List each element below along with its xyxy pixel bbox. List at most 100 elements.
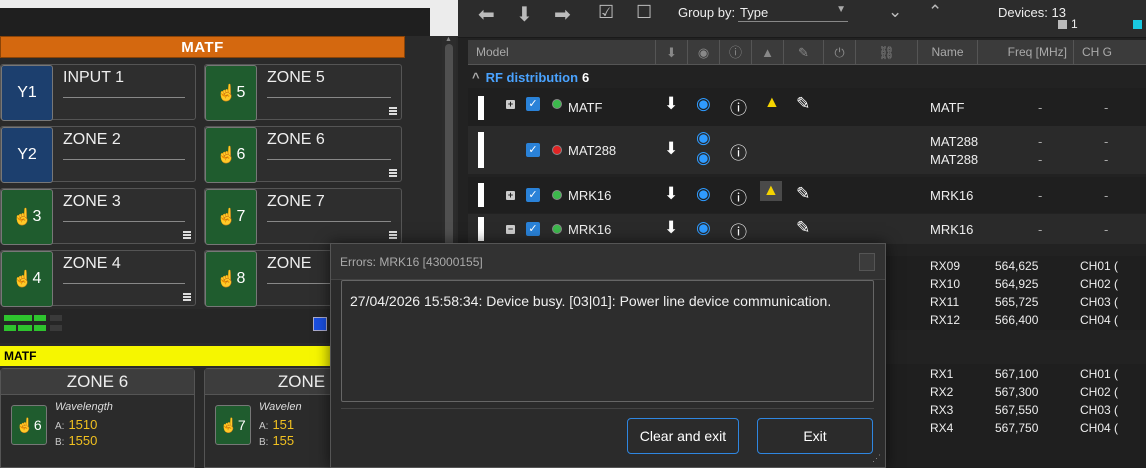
channel-name: RX10: [930, 277, 961, 291]
menu-icon[interactable]: [389, 107, 397, 115]
device-name: MRK16: [930, 188, 974, 203]
col-eye-icon[interactable]: ◉: [688, 40, 720, 65]
zone-tile-5[interactable]: ☝ 5 ZONE 5: [204, 64, 402, 121]
status-led: [552, 190, 562, 200]
hand-icon: ☝ 3: [1, 189, 53, 245]
download-icon[interactable]: ⬇: [664, 94, 678, 114]
col-power-icon[interactable]: ⏻: [824, 40, 856, 65]
error-dialog: Errors: MRK16 [43000155] 27/04/2026 15:5…: [330, 243, 886, 468]
collapse-all-icon[interactable]: ⌃: [928, 2, 942, 22]
hand-icon: ☝ 5: [205, 65, 257, 121]
info-icon[interactable]: ⓘ: [730, 218, 747, 243]
info-icon[interactable]: ⓘ: [730, 94, 747, 119]
expand-icon[interactable]: +: [506, 100, 515, 109]
row-checkbox[interactable]: ✓: [526, 143, 540, 157]
col-pencil-icon[interactable]: ✎: [784, 40, 824, 65]
pencil-icon[interactable]: ✎: [796, 184, 810, 204]
info-icon[interactable]: ⓘ: [730, 139, 747, 164]
zone-card-6[interactable]: ZONE 6 ☝ 6 Wavelength A: 1510 B: 1550: [0, 368, 195, 468]
menu-icon[interactable]: [183, 293, 191, 301]
col-freq[interactable]: Freq [MHz]: [978, 40, 1074, 65]
col-download-icon[interactable]: ⬇: [656, 40, 688, 65]
status-square-cyan: [1133, 20, 1142, 29]
eye-icon[interactable]: ◉: [696, 218, 711, 238]
pencil-icon[interactable]: ✎: [796, 218, 810, 238]
model-label: MATF: [568, 100, 603, 115]
col-link-icon[interactable]: ⛓: [856, 40, 918, 65]
col-warning-icon[interactable]: ▲: [752, 40, 784, 65]
close-icon[interactable]: [859, 253, 875, 271]
clear-and-exit-button[interactable]: Clear and exit: [627, 418, 739, 454]
eye-icon[interactable]: ◉: [696, 128, 711, 148]
menu-icon[interactable]: [389, 231, 397, 239]
resize-grip-icon[interactable]: ⋰: [872, 453, 881, 464]
zone-tile-3[interactable]: ☝ 3 ZONE 3: [0, 188, 196, 245]
checkbox-icon[interactable]: ☑: [598, 2, 614, 23]
group-by-select[interactable]: Type ▼: [738, 2, 848, 22]
app-root: MATF ▲ Y1 INPUT 1 ☝ 5 ZONE 5 Y2 ZONE 2 ☝ 6…: [0, 0, 1146, 468]
zone-label: INPUT 1: [63, 69, 125, 86]
eye-icon[interactable]: ◉: [696, 184, 711, 204]
arrow-left-icon[interactable]: ⬅: [478, 2, 495, 27]
status-indicator: [313, 317, 327, 331]
model-label: MRK16: [568, 188, 612, 203]
zone-label: ZONE 3: [63, 193, 121, 210]
channel-name: RX12: [930, 313, 961, 327]
row-checkbox[interactable]: ✓: [526, 97, 540, 111]
square-icon[interactable]: ☐: [636, 2, 652, 23]
status-count: 1: [1071, 17, 1078, 31]
arrow-right-icon[interactable]: ➡: [554, 2, 571, 27]
zone-tile-4[interactable]: ☝ 4 ZONE 4: [0, 250, 196, 307]
collapse-icon[interactable]: ^: [472, 70, 480, 85]
warning-icon[interactable]: ▲: [760, 181, 782, 201]
channel-freq: 564,625: [995, 259, 1039, 273]
device-name: MRK16: [930, 222, 974, 237]
col-ch[interactable]: CH G: [1074, 40, 1146, 65]
col-info-icon[interactable]: ⓘ: [720, 40, 752, 65]
table-row[interactable]: + ✓ MRK16 ⬇ ◉ ⓘ ▲ ✎ MRK16 - -: [468, 177, 1146, 213]
exit-button[interactable]: Exit: [757, 418, 873, 454]
table-row[interactable]: ✓ MAT288 ⬇ ◉ ◉ ⓘ MAT288 MAT288 - - - -: [468, 126, 1146, 174]
eye-icon[interactable]: ◉: [696, 94, 711, 114]
zone-label: ZONE 5: [267, 69, 325, 86]
menu-icon[interactable]: [183, 231, 191, 239]
col-name[interactable]: Name: [918, 40, 978, 65]
expand-icon[interactable]: +: [506, 191, 515, 200]
wavelength-b: B: 1550: [55, 433, 98, 448]
menu-icon[interactable]: [389, 169, 397, 177]
zone-tile-6[interactable]: ☝ 6 ZONE 6: [204, 126, 402, 183]
download-icon[interactable]: ⬇: [664, 139, 678, 159]
level-meter: [0, 309, 350, 343]
hand-icon: ☝ 8: [205, 251, 257, 307]
arrow-down-icon[interactable]: ⬇: [516, 2, 533, 27]
download-icon[interactable]: ⬇: [664, 218, 678, 238]
group-header[interactable]: ^ RF distribution 6: [472, 70, 589, 85]
channel-freq: 565,725: [995, 295, 1039, 309]
collapse-row-icon[interactable]: −: [506, 225, 515, 234]
chevron-down-icon: ▼: [836, 4, 846, 15]
scroll-up-icon[interactable]: ▲: [445, 36, 453, 44]
device-name: MAT288: [930, 134, 979, 149]
zone-tile-input1[interactable]: Y1 INPUT 1: [0, 64, 196, 121]
warning-icon[interactable]: ▲: [764, 94, 780, 112]
table-row[interactable]: + ✓ MATF ⬇ ◉ ⓘ ▲ ✎ MATF - -: [468, 88, 1146, 126]
row-checkbox[interactable]: ✓: [526, 188, 540, 202]
matf-header: MATF: [0, 36, 405, 58]
col-model[interactable]: Model: [468, 40, 656, 65]
channel-name: RX1: [930, 367, 954, 381]
table-row[interactable]: − ✓ MRK16 ⬇ ◉ ⓘ ✎ MRK16 - -: [468, 214, 1146, 244]
row-checkbox[interactable]: ✓: [526, 222, 540, 236]
dialog-titlebar[interactable]: Errors: MRK16 [43000155]: [331, 244, 885, 280]
model-label: MRK16: [568, 222, 612, 237]
pencil-icon[interactable]: ✎: [796, 94, 810, 114]
devices-count: Devices: 13: [998, 5, 1066, 20]
zone-tile-7[interactable]: ☝ 7 ZONE 7: [204, 188, 402, 245]
channel-freq: 567,550: [995, 403, 1039, 417]
channel-ch: CH04 (: [1080, 313, 1119, 327]
download-icon[interactable]: ⬇: [664, 184, 678, 204]
info-icon[interactable]: ⓘ: [730, 184, 747, 209]
zone-tile-2[interactable]: Y2 ZONE 2: [0, 126, 196, 183]
channel-freq: 566,400: [995, 313, 1039, 327]
expand-all-icon[interactable]: ⌄: [888, 2, 902, 22]
eye-icon[interactable]: ◉: [696, 148, 711, 168]
